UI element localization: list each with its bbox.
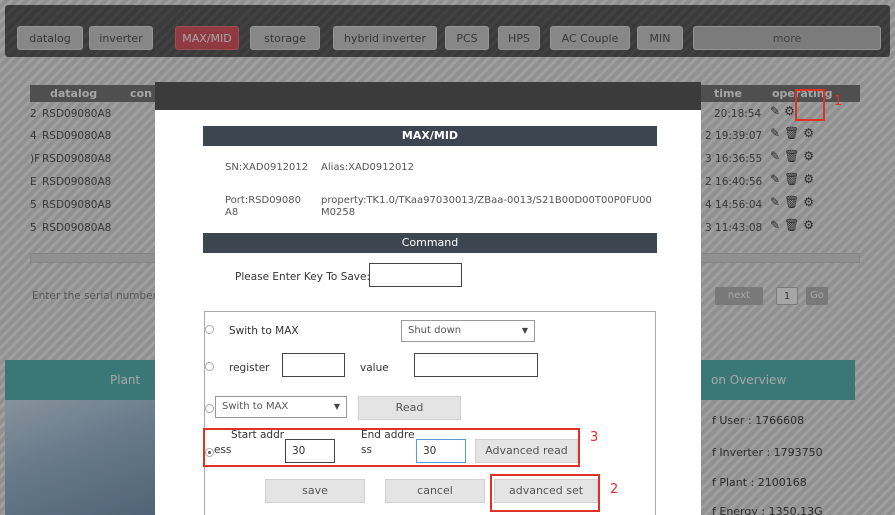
register-label: register [229,362,270,374]
value-label: value [360,362,389,374]
command-header: Command [203,233,657,253]
cancel-button[interactable]: cancel [385,479,485,503]
switch-label: Swith to MAX [229,325,299,337]
read-mode-value: Swith to MAX [222,401,289,412]
register-input[interactable] [282,353,345,377]
annotation-box-2 [490,474,600,512]
register-radio[interactable] [205,362,214,371]
annotation-number-2: 2 [610,482,619,497]
alias: Alias:XAD0912012 [321,162,415,173]
switch-radio[interactable] [205,325,214,334]
property-line2: M0258 [321,207,356,218]
property-line1: property:TK1.0/TKaa97030013/ZBaa-0013/S2… [321,195,652,206]
annotation-box-1 [795,89,825,121]
read-mode-select[interactable]: Swith to MAX ▼ [215,396,347,418]
save-button[interactable]: save [265,479,365,503]
dialog-titlebar[interactable] [155,82,701,110]
read-radio[interactable] [205,404,214,413]
dropdown-arrow-icon: ▼ [333,402,340,411]
read-button[interactable]: Read [358,396,461,420]
save-key-label: Please Enter Key To Save: [235,271,371,283]
dropdown-arrow-icon: ▼ [521,326,528,335]
serial-number: SN:XAD0912012 [225,162,309,173]
device-info-header: MAX/MID [203,126,657,146]
save-key-input[interactable] [369,263,462,287]
annotation-box-3 [203,428,580,467]
port-line1: Port:RSD09080 [225,195,302,206]
switch-mode-value: Shut down [408,325,462,336]
annotation-number-3: 3 [590,430,599,445]
value-input[interactable] [414,353,538,377]
port-line2: A8 [225,207,239,218]
annotation-number-1: 1 [834,94,843,109]
switch-mode-select[interactable]: Shut down ▼ [401,320,535,342]
